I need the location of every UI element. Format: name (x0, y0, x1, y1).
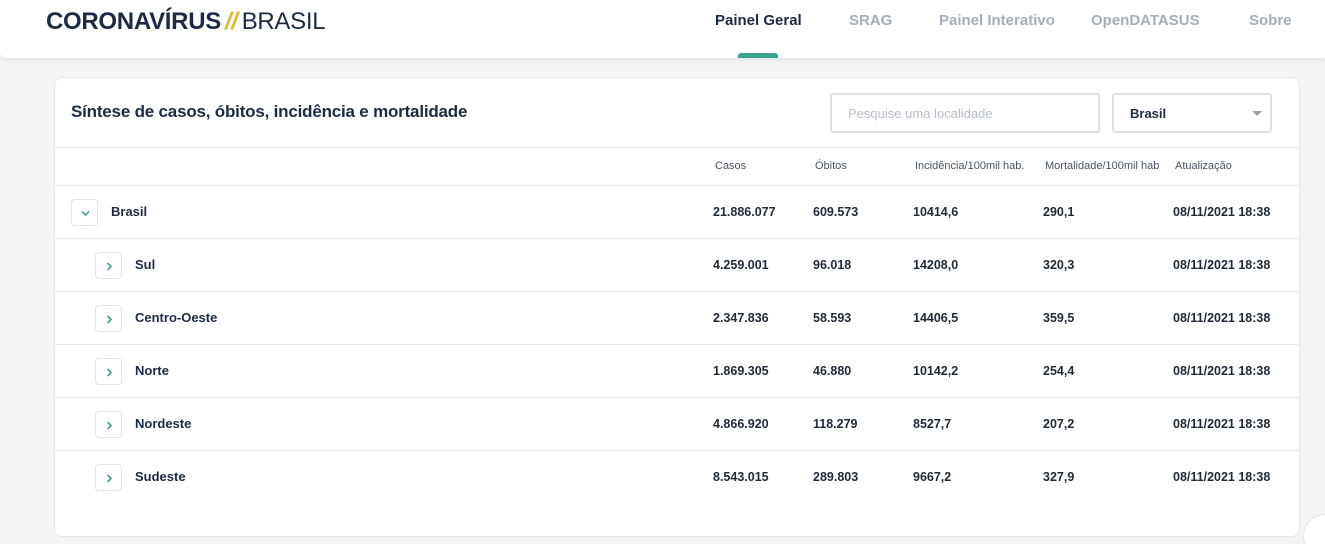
cell-casos: 2.347.836 (713, 311, 769, 325)
table-row-sul: Sul 4.259.001 96.018 14208,0 320,3 08/11… (55, 239, 1299, 292)
chevron-down-icon (81, 210, 90, 217)
table-row-centro-oeste: Centro-Oeste 2.347.836 58.593 14406,5 35… (55, 292, 1299, 345)
chevron-right-icon (106, 474, 113, 483)
column-header-casos: Casos (715, 160, 747, 172)
row-toggle-nordeste[interactable] (95, 411, 122, 438)
cell-casos: 4.866.920 (713, 417, 769, 431)
row-name: Sudeste (135, 469, 186, 484)
nav-painel-interativo[interactable]: Painel Interativo (939, 12, 1055, 29)
cell-incidencia: 8527,7 (913, 417, 952, 431)
cell-mortalidade: 327,9 (1043, 470, 1075, 484)
chevron-right-icon (106, 262, 113, 271)
cell-atualizacao: 08/11/2021 18:38 (1173, 258, 1271, 272)
logo-text-light: BRASIL (241, 8, 326, 35)
cell-casos: 21.886.077 (713, 205, 776, 219)
chevron-right-icon (106, 315, 113, 324)
cell-obitos: 118.279 (813, 417, 858, 431)
top-header: CORONAVÍRUS//BRASIL Painel Geral SRAG Pa… (0, 0, 1325, 58)
nav-sobre[interactable]: Sobre (1249, 12, 1292, 29)
cell-atualizacao: 08/11/2021 18:38 (1173, 417, 1271, 431)
cell-mortalidade: 254,4 (1043, 364, 1075, 378)
cell-obitos: 96.018 (813, 258, 852, 272)
cell-atualizacao: 08/11/2021 18:38 (1173, 470, 1271, 484)
column-header-incidencia: Incidência/100mil hab. (915, 160, 1025, 172)
summary-card: Síntese de casos, óbitos, incidência e m… (54, 77, 1300, 537)
cell-mortalidade: 290,1 (1043, 205, 1075, 219)
region-select-value: Brasil (1130, 106, 1167, 121)
row-name: Norte (135, 363, 169, 378)
row-name: Brasil (111, 204, 148, 219)
cell-atualizacao: 08/11/2021 18:38 (1173, 311, 1271, 325)
row-toggle-brasil[interactable] (71, 199, 98, 226)
table-row-norte: Norte 1.869.305 46.880 10142,2 254,4 08/… (55, 345, 1299, 398)
column-header-obitos: Óbitos (815, 160, 847, 172)
nav-srag[interactable]: SRAG (849, 12, 892, 29)
table-row-sudeste: Sudeste 8.543.015 289.803 9667,2 327,9 0… (55, 451, 1299, 504)
nav-opendatasus[interactable]: OpenDATASUS (1091, 12, 1200, 29)
cell-atualizacao: 08/11/2021 18:38 (1173, 205, 1271, 219)
cell-obitos: 609.573 (813, 205, 859, 219)
row-toggle-sudeste[interactable] (95, 464, 122, 491)
site-logo[interactable]: CORONAVÍRUS//BRASIL (46, 8, 326, 36)
row-name: Sul (135, 257, 156, 272)
cell-mortalidade: 320,3 (1043, 258, 1075, 272)
row-toggle-sul[interactable] (95, 252, 122, 279)
chevron-right-icon (106, 421, 113, 430)
cell-atualizacao: 08/11/2021 18:38 (1173, 364, 1271, 378)
table-row-nordeste: Nordeste 4.866.920 118.279 8527,7 207,2 … (55, 398, 1299, 451)
cell-obitos: 58.593 (813, 311, 852, 325)
table-row-brasil: Brasil 21.886.077 609.573 10414,6 290,1 … (55, 186, 1299, 239)
region-select[interactable]: Brasil (1112, 93, 1272, 133)
row-toggle-centro-oeste[interactable] (95, 305, 122, 332)
cell-casos: 8.543.015 (713, 470, 769, 484)
cell-incidencia: 14208,0 (913, 258, 959, 272)
card-title: Síntese de casos, óbitos, incidência e m… (71, 102, 468, 121)
active-nav-indicator (738, 53, 778, 58)
cell-obitos: 46.880 (813, 364, 852, 378)
header-divider (55, 147, 1299, 148)
cell-casos: 4.259.001 (713, 258, 769, 272)
chevron-down-icon (1252, 111, 1262, 116)
cell-mortalidade: 359,5 (1043, 311, 1075, 325)
column-header-mortalidade: Mortalidade/100mil hab (1045, 160, 1160, 172)
cell-obitos: 289.803 (813, 470, 859, 484)
row-toggle-norte[interactable] (95, 358, 122, 385)
cell-incidencia: 14406,5 (913, 311, 959, 325)
cell-incidencia: 9667,2 (913, 470, 952, 484)
location-search-input[interactable] (830, 93, 1100, 133)
logo-slash: // (224, 8, 238, 35)
floating-action-button[interactable] (1303, 514, 1325, 544)
cell-incidencia: 10414,6 (913, 205, 959, 219)
cell-casos: 1.869.305 (713, 364, 769, 378)
chevron-right-icon (106, 368, 113, 377)
column-header-atualizacao: Atualização (1175, 160, 1232, 172)
nav-painel-geral[interactable]: Painel Geral (715, 12, 802, 29)
cell-incidencia: 10142,2 (913, 364, 959, 378)
cell-mortalidade: 207,2 (1043, 417, 1075, 431)
row-name: Nordeste (135, 416, 192, 431)
logo-text-bold: CORONAVÍRUS (46, 8, 221, 35)
row-name: Centro-Oeste (135, 310, 218, 325)
